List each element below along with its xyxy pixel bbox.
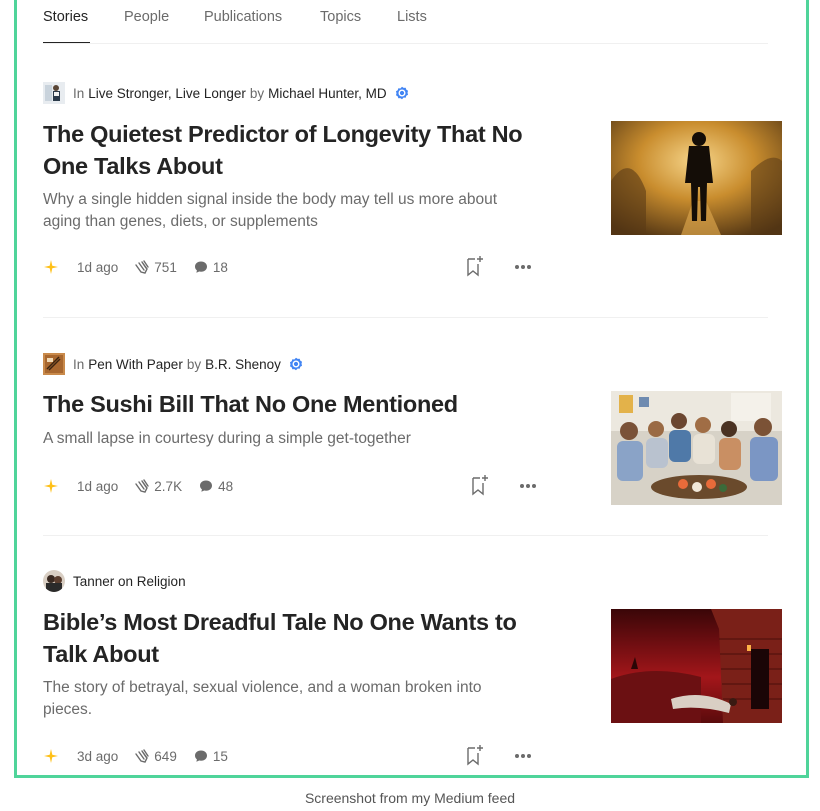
feed-frame: Stories People Publications Topics Lists… <box>14 0 809 778</box>
more-dots-icon <box>515 265 531 269</box>
divider <box>43 535 768 536</box>
article-title[interactable]: Bible’s Most Dreadful Tale No One Wants … <box>43 606 543 670</box>
author-name[interactable]: Michael Hunter, MD <box>268 86 387 101</box>
tab-lists[interactable]: Lists <box>397 9 427 25</box>
clap-count-value: 2.7K <box>154 478 183 494</box>
article-thumbnail[interactable] <box>611 121 782 235</box>
bookmark-add-icon[interactable] <box>463 254 485 278</box>
by-label: by <box>186 356 202 372</box>
author-name[interactable]: Tanner on Religion <box>73 574 186 589</box>
more-options-button[interactable] <box>512 746 534 766</box>
more-options-button[interactable] <box>512 257 534 277</box>
tab-people[interactable]: People <box>124 9 169 25</box>
more-options-button[interactable] <box>517 476 539 496</box>
comment-icon <box>194 261 207 273</box>
clap-icon <box>135 749 149 763</box>
article-title[interactable]: The Sushi Bill That No One Mentioned <box>43 388 543 420</box>
publication-avatar[interactable] <box>43 82 65 104</box>
active-tab-indicator <box>43 42 90 43</box>
article-thumbnail[interactable] <box>611 391 782 505</box>
author-name[interactable]: B.R. Shenoy <box>205 357 281 372</box>
article-thumbnail[interactable] <box>611 609 782 723</box>
star-icon <box>44 479 58 493</box>
by-label: by <box>249 85 265 101</box>
more-dots-icon <box>520 484 536 488</box>
star-icon <box>44 749 58 763</box>
comment-count-value: 48 <box>218 478 234 494</box>
bookmark-add-icon[interactable] <box>468 473 490 497</box>
comment-count-value: 15 <box>212 748 228 764</box>
clap-count[interactable]: 649 <box>134 748 177 764</box>
article-meta: Tanner on Religion <box>43 570 186 592</box>
publication-name[interactable]: Live Stronger, Live Longer <box>88 86 246 101</box>
article-age: 3d ago <box>77 748 119 764</box>
article-meta: In Live Stronger, Live Longer by Michael… <box>43 82 409 104</box>
clap-icon <box>135 479 149 493</box>
clap-count[interactable]: 751 <box>134 259 177 275</box>
article-meta: In Pen With Paper by B.R. Shenoy <box>43 353 303 375</box>
article-title[interactable]: The Quietest Predictor of Longevity That… <box>43 118 543 182</box>
article-subtitle[interactable]: Why a single hidden signal inside the bo… <box>43 189 533 233</box>
comment-icon <box>200 480 213 492</box>
clap-count-value: 649 <box>154 748 177 764</box>
publication-name[interactable]: Pen With Paper <box>88 357 183 372</box>
comment-icon <box>194 750 207 762</box>
in-label: In <box>73 356 85 372</box>
screenshot-caption: Screenshot from my Medium feed <box>304 790 516 806</box>
bookmark-add-icon[interactable] <box>463 743 485 767</box>
comment-count[interactable]: 18 <box>193 259 228 275</box>
publication-avatar[interactable] <box>43 353 65 375</box>
comment-count-value: 18 <box>212 259 228 275</box>
article-stats: 3d ago 649 15 <box>43 743 543 767</box>
clap-icon <box>135 260 149 274</box>
article-stats: 1d ago 2.7K 48 <box>43 473 543 497</box>
clap-count-value: 751 <box>154 259 177 275</box>
article-subtitle[interactable]: The story of betrayal, sexual violence, … <box>43 677 533 721</box>
author-avatar[interactable] <box>43 570 65 592</box>
article-age: 1d ago <box>77 259 119 275</box>
divider <box>43 317 768 318</box>
verified-badge-icon <box>289 357 302 371</box>
article-age: 1d ago <box>77 478 119 494</box>
in-label: In <box>73 85 85 101</box>
tab-stories[interactable]: Stories <box>43 9 88 25</box>
tab-topics[interactable]: Topics <box>320 9 361 25</box>
tab-publications[interactable]: Publications <box>204 9 282 25</box>
comment-count[interactable]: 15 <box>193 748 228 764</box>
verified-badge-icon <box>395 86 408 100</box>
article-subtitle[interactable]: A small lapse in courtesy during a simpl… <box>43 428 533 450</box>
comment-count[interactable]: 48 <box>198 478 233 494</box>
article-stats: 1d ago 751 18 <box>43 254 543 278</box>
feed-tabs: Stories People Publications Topics Lists <box>43 0 768 44</box>
clap-count[interactable]: 2.7K <box>134 478 182 494</box>
more-dots-icon <box>515 754 531 758</box>
star-icon <box>44 260 58 274</box>
